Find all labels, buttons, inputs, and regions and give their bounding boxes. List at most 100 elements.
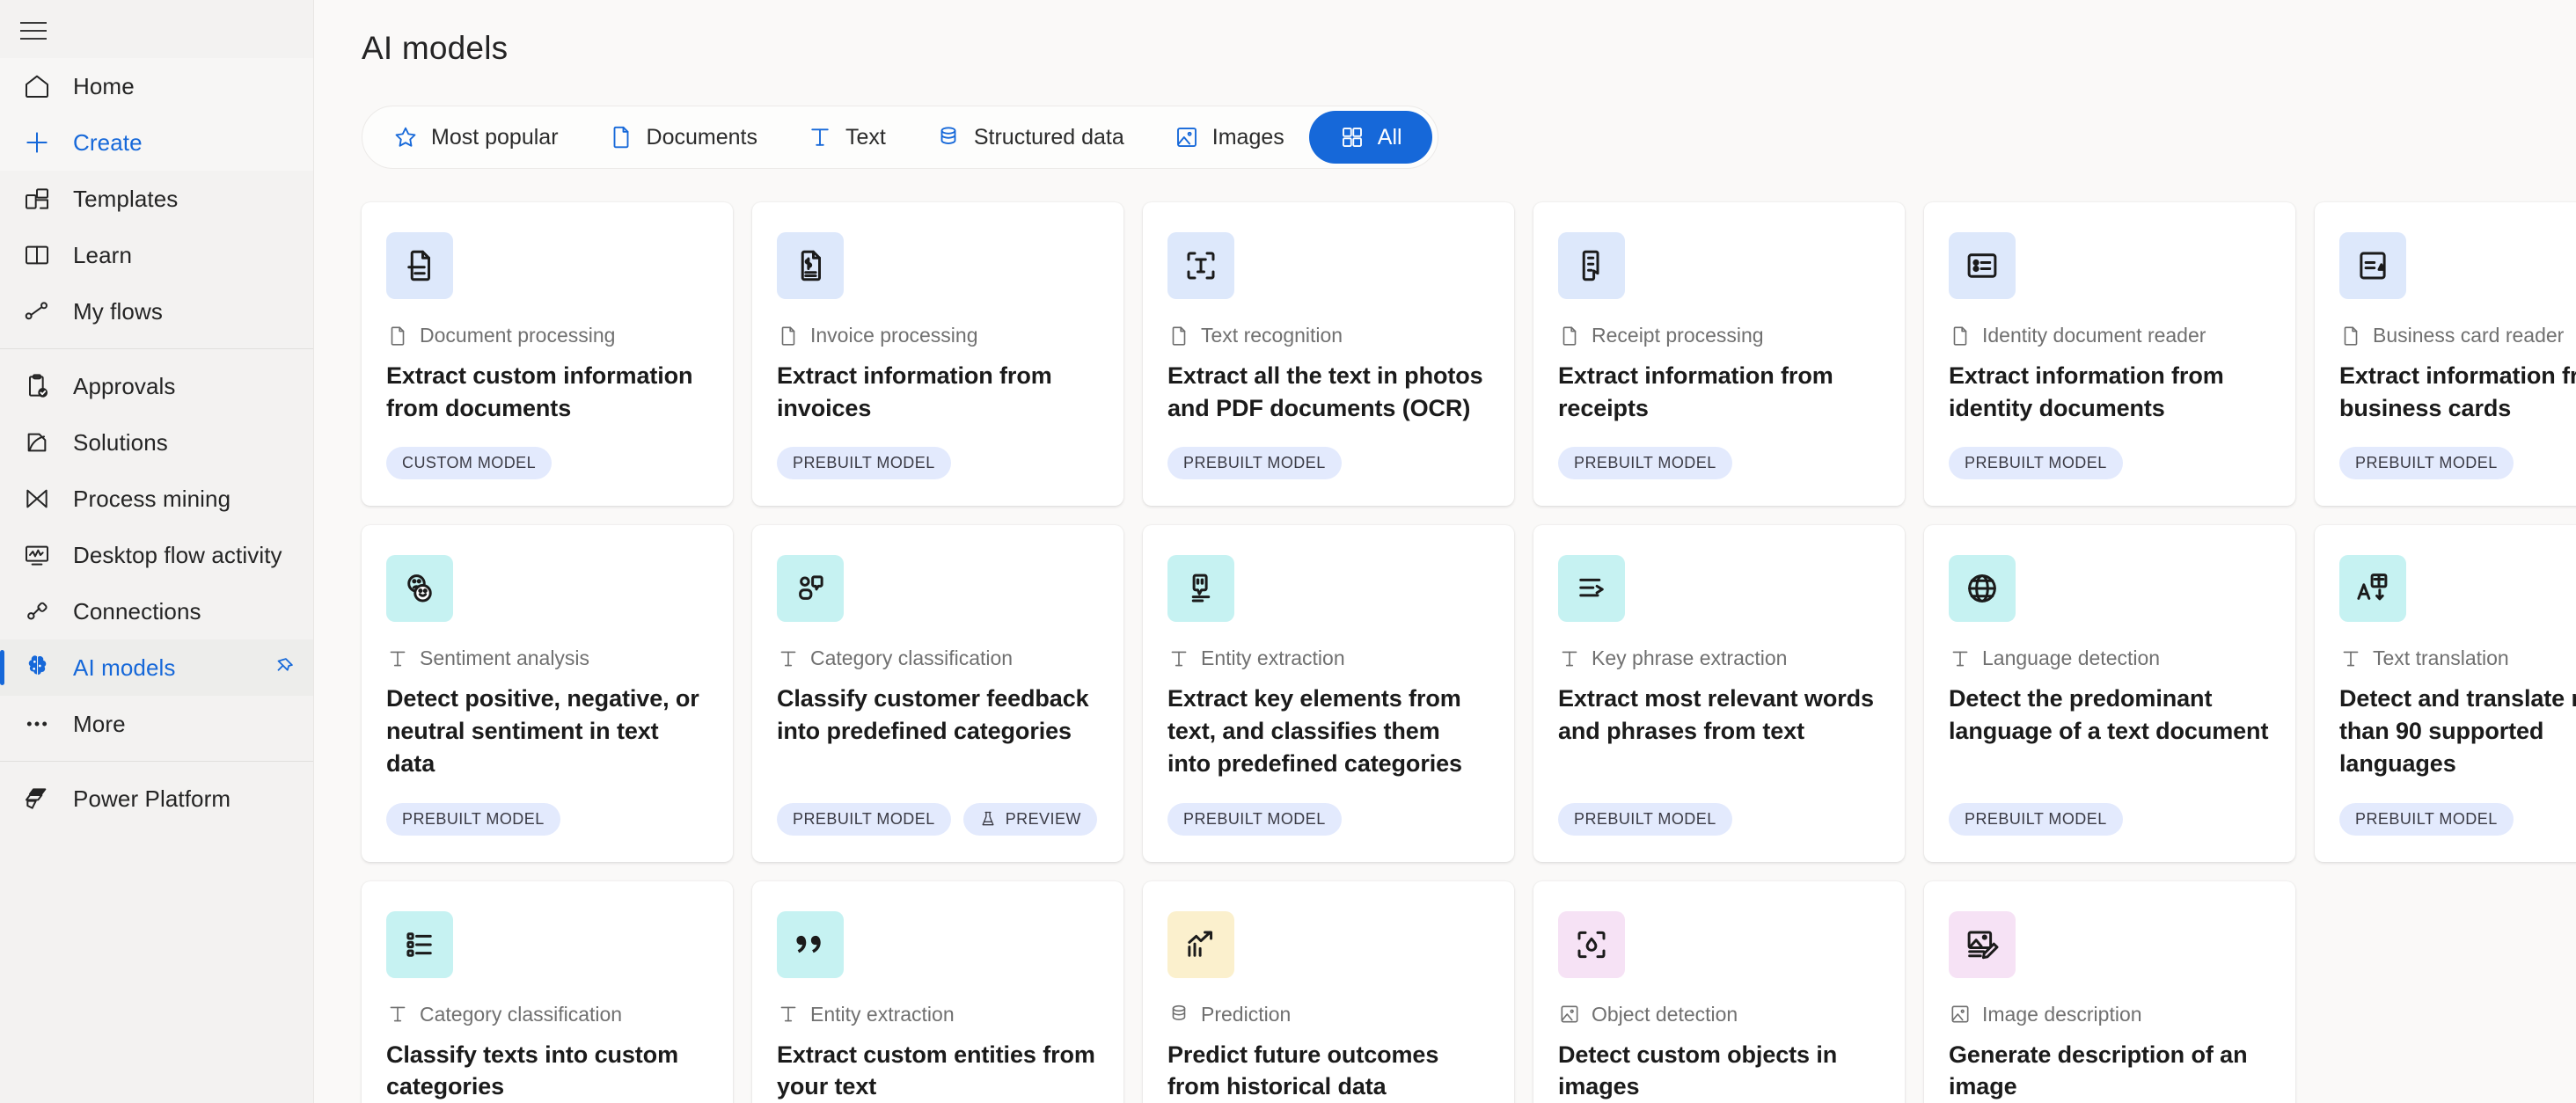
card-badges: PREBUILT MODEL [1167, 424, 1489, 480]
approvals-icon [22, 371, 52, 401]
model-card[interactable]: Category classification Classify customer… [752, 525, 1123, 862]
model-card[interactable]: Identity document reader Extract informat… [1924, 202, 2295, 507]
tab-label: Most popular [431, 124, 559, 150]
card-category: Invoice processing [777, 324, 1099, 347]
status-badge: PREBUILT MODEL [1949, 447, 2123, 480]
card-category: Identity document reader [1949, 324, 2271, 347]
list-classify-icon [386, 910, 453, 978]
card-title: Extract information from receipts [1558, 362, 1833, 421]
card-title: Predict future outcomes from historical … [1167, 1041, 1439, 1100]
card-badges: PREBUILT MODEL [777, 424, 1099, 480]
sidebar-item-learn[interactable]: Learn [0, 227, 313, 283]
tab-documents[interactable]: Documents [583, 111, 782, 164]
card-category: Sentiment analysis [386, 646, 708, 670]
beaker-icon [979, 810, 997, 828]
sidebar-item-ai-models[interactable]: AI models [0, 639, 313, 696]
card-category-label: Receipt processing [1592, 324, 1764, 347]
model-card[interactable]: Entity extraction Extract custom entities… [752, 880, 1123, 1103]
card-title: Detect positive, negative, or neutral se… [386, 685, 699, 777]
badge-label: PREBUILT MODEL [2355, 809, 2498, 828]
sidebar-item-power-platform[interactable]: Power Platform [0, 771, 313, 827]
sidebar-item-label: Power Platform [73, 785, 231, 812]
status-badge: PREBUILT MODEL [1167, 447, 1342, 480]
model-card[interactable]: Entity extraction Extract key elements fr… [1143, 525, 1514, 862]
model-card[interactable]: Object detection Detect custom objects in… [1533, 880, 1905, 1103]
card-category: Category classification [386, 1003, 708, 1026]
sidebar-item-label: Desktop flow activity [73, 541, 282, 568]
card-category-label: Identity document reader [1982, 324, 2206, 347]
grid-icon [1339, 124, 1365, 150]
status-badge: PREBUILT MODEL [386, 802, 560, 836]
status-badge: PREBUILT MODEL [777, 802, 951, 836]
sidebar-item-desktop-flow-activity[interactable]: Desktop flow activity [0, 527, 313, 583]
tab-label: Structured data [973, 124, 1124, 150]
sidebar-item-connections[interactable]: Connections [0, 583, 313, 639]
sidebar-item-solutions[interactable]: Solutions [0, 414, 313, 471]
card-category-label: Language detection [1982, 646, 2161, 670]
flow-icon [22, 296, 52, 326]
text-icon [386, 647, 409, 670]
card-title: Generate description of an image [1949, 1041, 2248, 1100]
solutions-icon [22, 427, 52, 457]
model-card[interactable]: Image description Generate description of… [1924, 880, 2295, 1103]
star-icon [392, 124, 419, 150]
card-category: Document processing [386, 324, 708, 347]
home-icon [22, 71, 52, 101]
card-category: Object detection [1558, 1003, 1880, 1026]
card-badges: PREBUILT MODEL [2339, 424, 2576, 480]
model-card[interactable]: Receipt processing Extract information fr… [1533, 202, 1905, 507]
model-card[interactable]: Language detection Detect the predominant… [1924, 525, 2295, 862]
desktop-flow-icon [22, 540, 52, 570]
card-badges: PREBUILT MODEL [1949, 780, 2271, 836]
model-card[interactable]: Sentiment analysis Detect positive, negat… [362, 525, 733, 862]
badge-label: PREVIEW [1005, 809, 1081, 828]
more-icon [22, 709, 52, 739]
sidebar-item-create[interactable]: Create [0, 114, 313, 171]
pin-icon[interactable] [269, 654, 297, 682]
text-icon [777, 1003, 800, 1026]
model-card[interactable]: Category classification Classify texts in… [362, 880, 733, 1103]
card-category: Entity extraction [1167, 646, 1489, 670]
sidebar-divider [0, 348, 313, 349]
sidebar-item-templates[interactable]: Templates [0, 171, 313, 227]
tab-images[interactable]: Images [1149, 111, 1309, 164]
model-filter-tabs: Most popular Documents Text Structured data… [362, 106, 1438, 169]
model-card[interactable]: Text recognition Extract all the text in … [1143, 202, 1514, 507]
model-card[interactable]: Document processing Extract custom inform… [362, 202, 733, 507]
model-card[interactable]: Key phrase extraction Extract most releva… [1533, 525, 1905, 862]
card-badges: PREBUILT MODEL [386, 780, 708, 836]
text-icon [807, 124, 833, 150]
tab-label: Text [845, 124, 886, 150]
sidebar-item-label: Process mining [73, 485, 231, 512]
sidebar-item-approvals[interactable]: Approvals [0, 358, 313, 414]
document-icon [2339, 325, 2362, 347]
sidebar-item-label: Templates [73, 185, 179, 212]
card-title: Detect the predominant language of a tex… [1949, 685, 2269, 745]
sidebar-item-home[interactable]: Home [0, 58, 313, 114]
card-category-label: Business card reader [2373, 324, 2565, 347]
card-category-label: Text recognition [1201, 324, 1343, 347]
text-icon [1558, 647, 1581, 670]
image-icon [1174, 124, 1200, 150]
model-card[interactable]: Invoice processing Extract information fr… [752, 202, 1123, 507]
process-mining-icon [22, 484, 52, 514]
sidebar-item-label: Approvals [73, 372, 176, 399]
sidebar-item-process-mining[interactable]: Process mining [0, 471, 313, 527]
image-edit-icon [1949, 910, 2016, 978]
tab-all[interactable]: All [1308, 111, 1432, 164]
tab-most-popular[interactable]: Most popular [368, 111, 583, 164]
tab-text[interactable]: Text [782, 111, 911, 164]
hamburger-menu-button[interactable] [0, 4, 313, 58]
model-card[interactable]: Business card reader Extract information … [2315, 202, 2576, 507]
model-card[interactable]: Prediction Predict future outcomes from h… [1143, 880, 1514, 1103]
globe-icon [1949, 555, 2016, 623]
sidebar-item-my-flows[interactable]: My flows [0, 283, 313, 340]
feedback-bubbles-icon [777, 555, 844, 623]
document-icon [608, 124, 634, 150]
sidebar-item-more[interactable]: More [0, 696, 313, 752]
database-icon [1167, 1003, 1190, 1026]
model-card[interactable]: Text translation Detect and translate mor… [2315, 525, 2576, 862]
book-icon [22, 240, 52, 270]
tab-structured-data[interactable]: Structured data [911, 111, 1149, 164]
sidebar-item-label: AI models [73, 654, 176, 681]
